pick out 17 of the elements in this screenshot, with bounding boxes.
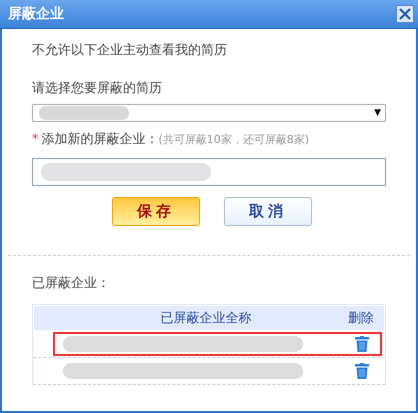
intro-text: 不允许以下企业主动查看我的简历	[32, 42, 228, 60]
add-label: 添加新的屏蔽企业：	[42, 132, 158, 147]
company-input[interactable]	[32, 158, 386, 186]
resume-select[interactable]: ▼	[32, 104, 386, 122]
window-title: 屏蔽企业	[8, 5, 64, 23]
select-label: 请选择您要屏蔽的简历	[32, 80, 163, 98]
save-button[interactable]: 保存	[112, 197, 200, 226]
blocked-label: 已屏蔽企业：	[32, 275, 111, 293]
column-header: 已屏蔽企业全称	[160, 310, 252, 327]
dropdown-arrow-icon: ▼	[374, 108, 381, 118]
cancel-button[interactable]: 取消	[224, 197, 312, 226]
column-header: 删除	[347, 310, 375, 327]
required-mark: *	[32, 132, 38, 147]
trash-icon[interactable]	[355, 336, 369, 352]
close-icon[interactable]	[396, 5, 414, 23]
limit-hint: (共可屏蔽10家，还可屏蔽8家)	[158, 133, 310, 146]
trash-icon[interactable]	[355, 363, 369, 379]
